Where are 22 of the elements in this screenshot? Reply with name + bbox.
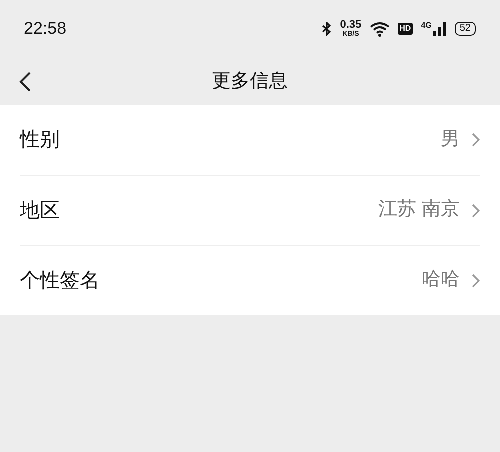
info-row[interactable]: 个性签名 哈哈 — [20, 245, 480, 315]
bluetooth-icon — [322, 22, 332, 36]
back-icon — [18, 71, 32, 93]
info-row[interactable]: 性别 男 — [20, 105, 480, 175]
info-row[interactable]: 地区 江苏 南京 — [20, 175, 480, 245]
status-time: 22:58 — [24, 18, 67, 40]
row-value: 男 — [441, 128, 460, 152]
network-speed: 0.35 — [340, 20, 362, 31]
signal-icon — [432, 22, 447, 36]
chevron-icon — [472, 204, 480, 218]
row-label: 个性签名 — [20, 268, 100, 294]
network-type: 4G — [421, 22, 432, 30]
page-title: 更多信息 — [212, 70, 288, 94]
hd-badge: HD — [398, 23, 414, 35]
row-value: 江苏 南京 — [378, 198, 460, 222]
row-label: 性别 — [20, 128, 60, 153]
battery-indicator: 52 — [454, 22, 476, 36]
wifi-icon — [370, 22, 390, 36]
row-value: 哈哈 — [422, 268, 460, 292]
row-label: 地区 — [20, 198, 60, 224]
chevron-icon — [472, 274, 480, 288]
chevron-icon — [472, 133, 480, 147]
